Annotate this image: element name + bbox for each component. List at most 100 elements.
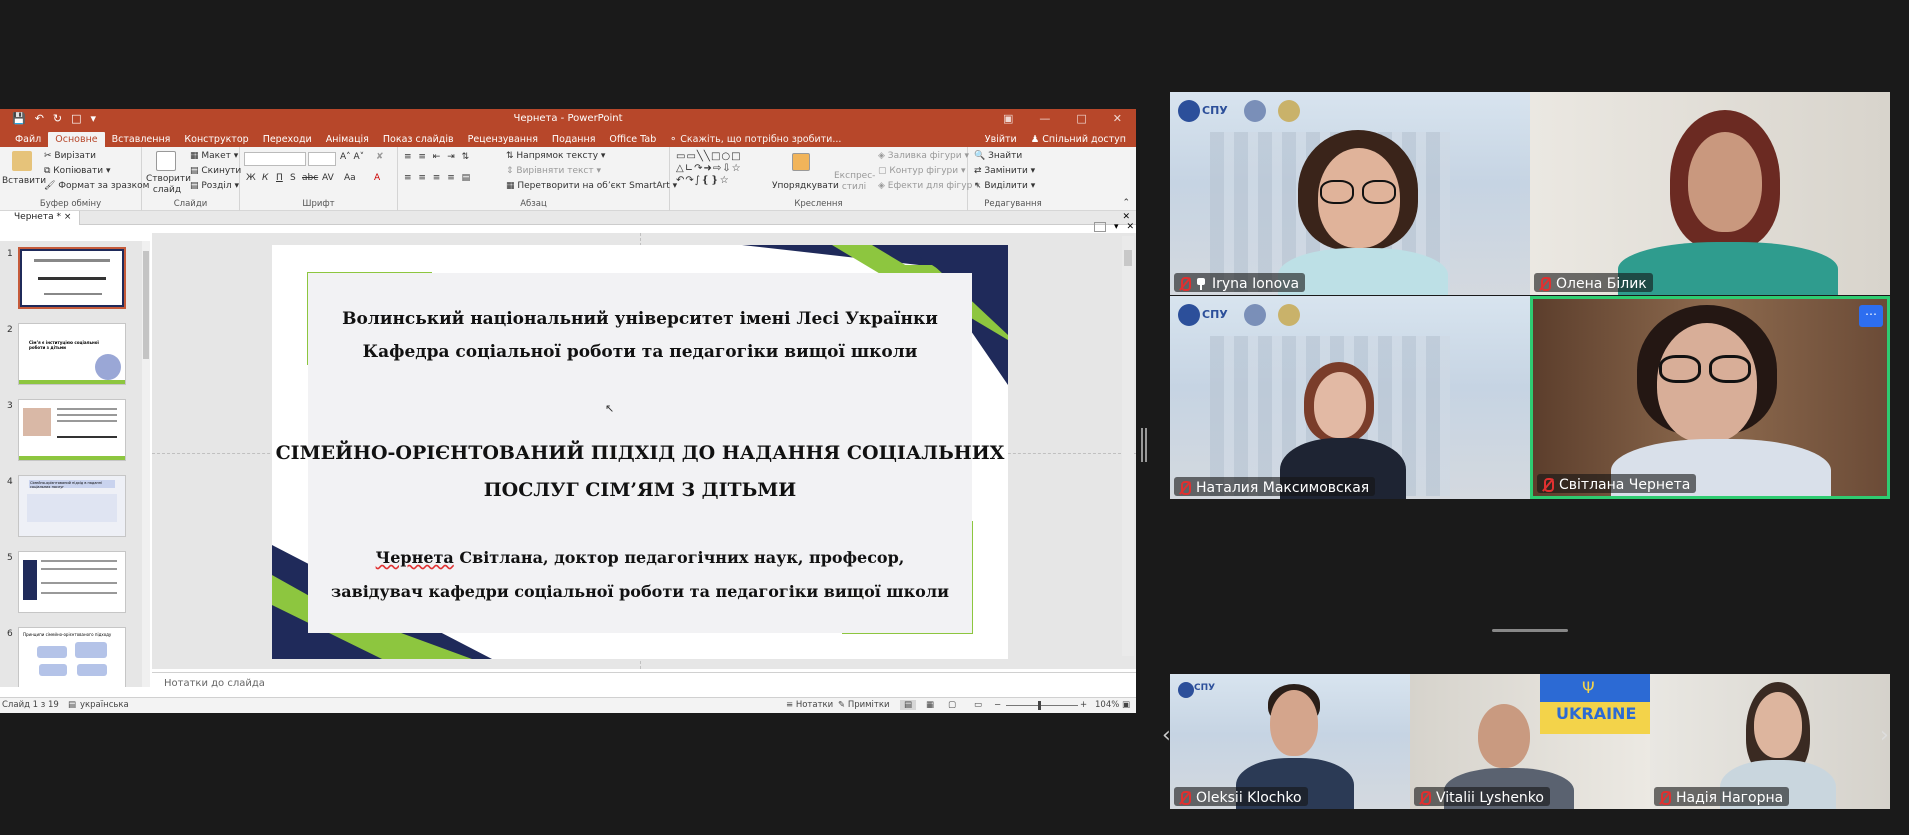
video-tile-nadiia-nahorna[interactable]: Надія Нагорна bbox=[1650, 674, 1890, 809]
font-color-button[interactable]: A bbox=[374, 173, 380, 183]
video-tile-svitlana-cherneta[interactable]: ⋯ Світлана Чернета bbox=[1530, 296, 1890, 499]
shape-fill-button[interactable]: ◈ Заливка фігури ▾ bbox=[878, 151, 969, 161]
arrange-icon[interactable] bbox=[792, 153, 810, 171]
spellcheck-icon[interactable]: ▤ bbox=[68, 700, 76, 710]
more-options-button[interactable]: ⋯ bbox=[1859, 305, 1883, 327]
reading-view-icon[interactable]: ▢ bbox=[948, 700, 956, 710]
thumbnail-slide-4[interactable]: Сімейно-орієнтований підхід в наданні со… bbox=[18, 475, 126, 537]
zoom-slider-thumb[interactable] bbox=[1038, 701, 1041, 710]
reset-button[interactable]: ▤ Скинути bbox=[190, 166, 241, 176]
editor-scroll-thumb[interactable] bbox=[1124, 250, 1132, 266]
replace-button[interactable]: ⇄ Замінити ▾ bbox=[974, 166, 1035, 176]
tell-me-box[interactable]: ⚬ Скажіть, що потрібно зробити... bbox=[663, 134, 847, 147]
tab-slideshow[interactable]: Показ слайдів bbox=[376, 134, 461, 147]
participant-name: Олена Білик bbox=[1556, 275, 1647, 292]
smartart-button[interactable]: ▦ Перетворити на об’єкт SmartArt ▾ bbox=[506, 181, 677, 191]
tab-insert[interactable]: Вставлення bbox=[105, 134, 178, 147]
arrange-button[interactable]: Упорядкувати bbox=[772, 181, 839, 191]
list-buttons[interactable]: ≡ ≡ ⇤ ⇥ ⇅ bbox=[404, 152, 471, 162]
video-tile-natalia-maksimovskaya[interactable]: СПУ Наталия Максимовская bbox=[1170, 296, 1530, 499]
italic-button[interactable]: К bbox=[262, 173, 268, 183]
char-spacing-button[interactable]: AV bbox=[322, 173, 334, 183]
copy-button[interactable]: ⧉ Копіювати ▾ bbox=[44, 166, 110, 176]
text-direction-button[interactable]: ⇅ Напрямок тексту ▾ bbox=[506, 151, 605, 161]
sign-in-link[interactable]: Увійти bbox=[985, 134, 1017, 145]
font-size-input[interactable] bbox=[308, 152, 336, 166]
paste-button[interactable]: Вставити bbox=[2, 176, 46, 186]
dropdown-icon[interactable]: ▾ bbox=[1114, 222, 1119, 232]
language-indicator[interactable]: українська bbox=[80, 700, 129, 710]
close-icon[interactable]: ✕ bbox=[1113, 112, 1122, 125]
section-button[interactable]: ▤ Розділ ▾ bbox=[190, 181, 239, 191]
tab-view[interactable]: Подання bbox=[545, 134, 602, 147]
strip-next-icon[interactable]: › bbox=[1880, 723, 1889, 748]
shape-effects-button[interactable]: ◈ Ефекти для фігур ▾ bbox=[878, 181, 980, 191]
zoom-level[interactable]: 104% bbox=[1095, 700, 1119, 710]
tab-office-tab[interactable]: Office Tab bbox=[602, 134, 663, 147]
grow-shrink-font[interactable]: A˄ A˅ bbox=[340, 152, 364, 162]
video-tile-olena-bilyk[interactable]: Олена Білик bbox=[1530, 92, 1890, 295]
new-slide-icon[interactable] bbox=[156, 151, 176, 171]
zoom-out-icon[interactable]: − bbox=[994, 700, 1001, 710]
maximize-icon[interactable]: □ bbox=[1076, 112, 1086, 125]
document-tab[interactable]: Чернета * × bbox=[0, 211, 81, 225]
editor-scrollbar[interactable] bbox=[1122, 236, 1134, 656]
ribbon-display-icon[interactable]: ▣ bbox=[1003, 112, 1013, 125]
find-button[interactable]: 🔍 Знайти bbox=[974, 151, 1022, 161]
thumbnail-slide-6[interactable]: Принципи сімейно-орієнтованого підходу bbox=[18, 627, 126, 687]
thumbnail-slide-3[interactable] bbox=[18, 399, 126, 461]
close-document-icon[interactable]: ✕ bbox=[1122, 212, 1130, 222]
quick-styles-button[interactable]: Експрес-стилі bbox=[834, 171, 875, 193]
zoom-slider[interactable] bbox=[1006, 705, 1078, 706]
thumbnail-slide-5[interactable] bbox=[18, 551, 126, 613]
slideshow-view-icon[interactable]: ▭ bbox=[974, 700, 982, 710]
font-name-input[interactable] bbox=[244, 152, 306, 166]
tab-file[interactable]: Файл bbox=[8, 134, 48, 147]
clear-format-icon[interactable]: ✘ bbox=[376, 152, 384, 162]
fit-slide-icon[interactable]: ▣ bbox=[1122, 700, 1130, 710]
emblem-icon bbox=[1244, 100, 1266, 122]
notes-toggle[interactable]: ≡ Нотатки bbox=[786, 700, 833, 710]
video-tile-iryna-ionova[interactable]: СПУ Iryna Ionova bbox=[1170, 92, 1530, 295]
gallery-resize-handle[interactable] bbox=[1492, 629, 1568, 632]
thumbnails-scroll-thumb[interactable] bbox=[143, 251, 149, 359]
select-button[interactable]: ↖ Виділити ▾ bbox=[974, 181, 1035, 191]
minimize-icon[interactable]: — bbox=[1039, 112, 1050, 125]
notes-pane[interactable]: Нотатки до слайда bbox=[152, 672, 1136, 696]
tab-animations[interactable]: Анімація bbox=[319, 134, 376, 147]
comments-toggle[interactable]: ✎ Примітки bbox=[838, 700, 890, 710]
slide-sorter-icon[interactable]: ▦ bbox=[926, 700, 934, 710]
new-slide-button[interactable]: Створити слайд bbox=[146, 174, 191, 196]
shape-outline-button[interactable]: ▢ Контур фігури ▾ bbox=[878, 166, 966, 176]
align-text-button[interactable]: ⇕ Вирівняти текст ▾ bbox=[506, 166, 601, 176]
normal-view-icon[interactable]: ▤ bbox=[900, 700, 917, 710]
tab-home[interactable]: Основне bbox=[48, 132, 105, 147]
strikethrough-button[interactable]: abc bbox=[302, 173, 318, 183]
slide-canvas[interactable]: Волинський національний університет імен… bbox=[272, 245, 1008, 659]
tab-design[interactable]: Конструктор bbox=[177, 134, 255, 147]
align-buttons[interactable]: ≡ ≡ ≡ ≡ ▤ bbox=[404, 173, 472, 183]
shapes-gallery[interactable]: ▭▭╲╲□○□ △∟↷➜⇨⇩☆ ↶↷∫❴❵☆ bbox=[676, 151, 768, 187]
view-toggle-icon[interactable] bbox=[1094, 222, 1106, 232]
thumb-number: 3 bbox=[7, 401, 13, 411]
share-button[interactable]: ♟ Спільний доступ bbox=[1031, 134, 1126, 145]
panel-splitter-handle[interactable] bbox=[1141, 428, 1147, 462]
tab-transitions[interactable]: Переходи bbox=[256, 134, 319, 147]
shadow-button[interactable]: S bbox=[290, 173, 296, 183]
close-pane-icon[interactable]: ✕ bbox=[1127, 222, 1135, 232]
layout-button[interactable]: ▦ Макет ▾ bbox=[190, 151, 238, 161]
paste-icon[interactable] bbox=[12, 151, 32, 171]
thumbnails-scrollbar[interactable] bbox=[142, 241, 150, 687]
bold-button[interactable]: Ж bbox=[246, 173, 256, 183]
video-tile-oleksii-klochko[interactable]: СПУ Oleksii Klochko bbox=[1170, 674, 1410, 809]
change-case-button[interactable]: Aa bbox=[344, 173, 356, 183]
underline-button[interactable]: П bbox=[276, 173, 283, 183]
video-tile-vitalii-lyshenko[interactable]: UKRAINE Ψ Vitalii Lyshenko bbox=[1410, 674, 1650, 809]
collapse-ribbon-icon[interactable]: ⌃ bbox=[1122, 198, 1130, 208]
thumbnail-slide-2[interactable]: Сім’я є інституцією соціальної роботи з … bbox=[18, 323, 126, 385]
thumbnail-slide-1[interactable] bbox=[18, 247, 126, 309]
cut-button[interactable]: ✂ Вирізати bbox=[44, 151, 96, 161]
format-painter-button[interactable]: 🖌 Формат за зразком bbox=[44, 181, 149, 191]
zoom-in-icon[interactable]: + bbox=[1080, 700, 1087, 710]
tab-review[interactable]: Рецензування bbox=[461, 134, 545, 147]
